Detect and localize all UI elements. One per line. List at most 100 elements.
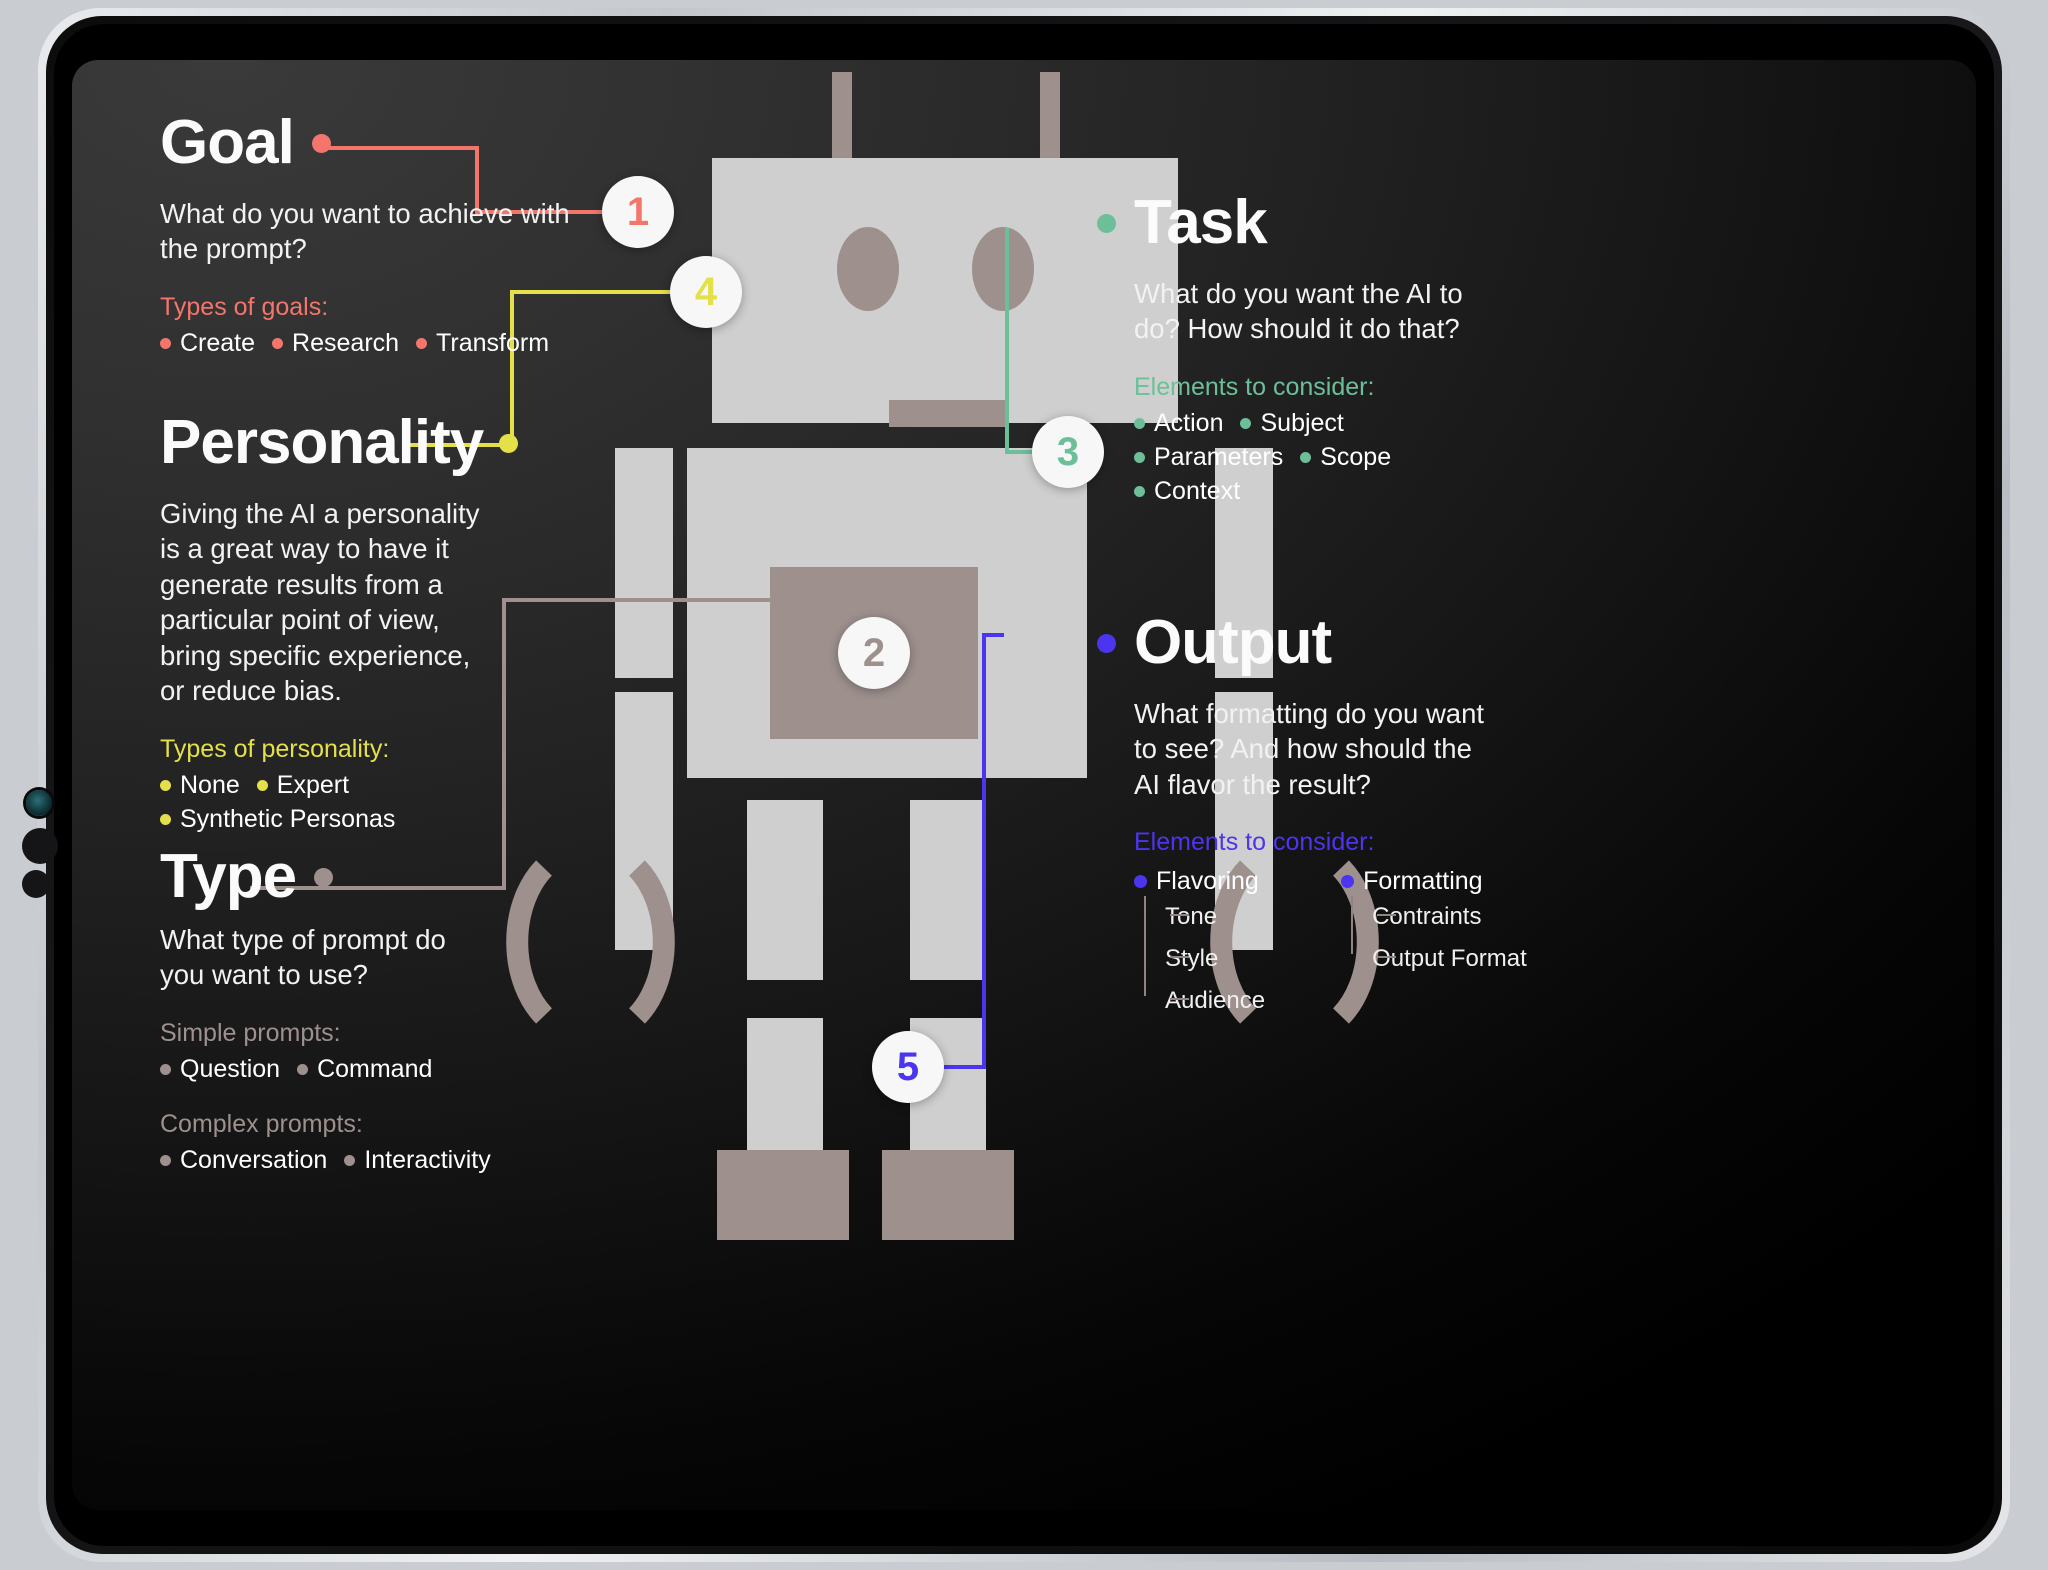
bullet-dot — [1134, 417, 1145, 429]
section-goal: Goal What do you want to achieve with th… — [160, 112, 590, 358]
type-complex-item: Interactivity — [344, 1145, 491, 1175]
personality-item-label: Synthetic Personas — [180, 804, 396, 833]
personality-item: Synthetic Personas — [160, 805, 460, 834]
tree-branch-line — [1170, 998, 1189, 1001]
output-subtitle: Elements to consider: — [1134, 828, 1375, 857]
bullet-dot — [1134, 485, 1145, 497]
type-heading-row: Type — [160, 846, 560, 908]
goal-item-list: Create Research Transform — [160, 329, 590, 358]
bullet-dot — [297, 1063, 309, 1075]
badge-4-label: 4 — [694, 269, 718, 314]
badge-4[interactable]: 4 — [670, 256, 742, 328]
bullet-dot — [1134, 875, 1147, 889]
tree-branch-line — [1170, 956, 1189, 959]
type-complex-list: Conversation Interactivity — [160, 1146, 560, 1175]
section-personality: Personality Giving the AI a personality … — [160, 412, 520, 834]
type-simple-item: Question — [160, 1055, 280, 1084]
side-button-lower[interactable] — [22, 870, 50, 898]
bullet-dot — [160, 1063, 171, 1075]
task-subtitle: Elements to consider: — [1134, 372, 1375, 401]
tree-branch-line — [1377, 914, 1397, 917]
output-anchor-dot — [1097, 633, 1116, 653]
badge-2-label: 2 — [862, 630, 886, 675]
output-tree-child: Audience — [1165, 980, 1265, 1022]
side-button-upper[interactable] — [22, 828, 58, 864]
badge-1-label: 1 — [626, 189, 650, 234]
connector-output — [910, 633, 1004, 1069]
type-simple-item: Command — [297, 1055, 432, 1084]
section-task: Task What do you want the AI to do? How … — [1097, 192, 1497, 506]
output-tree-child-label: Output Format — [1372, 945, 1527, 973]
output-tree-formatting: Formatting Contraints Output Format — [1341, 867, 1527, 1022]
task-item-label: Action — [1154, 408, 1224, 437]
output-tree-child: Contraints — [1372, 896, 1527, 938]
type-simple-label: Command — [317, 1054, 433, 1083]
type-simple-label: Question — [180, 1054, 281, 1083]
bullet-dot — [416, 337, 428, 349]
personality-title: Personality — [160, 408, 484, 477]
tree-branch-line — [1377, 956, 1397, 959]
goal-item-label: Create — [180, 328, 256, 357]
output-tree-root: Formatting — [1341, 867, 1527, 896]
personality-description: Giving the AI a personality is a great w… — [160, 498, 480, 707]
badge-3[interactable]: 3 — [1032, 416, 1104, 488]
section-type: Type What type of prompt do you want to … — [160, 846, 560, 1175]
task-anchor-dot — [1097, 213, 1116, 233]
goal-item: Create — [160, 329, 255, 358]
badge-1[interactable]: 1 — [602, 176, 674, 248]
output-tree-child: Style — [1165, 938, 1265, 980]
task-description: What do you want the AI to do? How shoul… — [1134, 278, 1463, 345]
task-item-list: Action Subject Parameters Scope Context — [1134, 409, 1494, 506]
bullet-dot — [272, 337, 284, 349]
task-item-label: Subject — [1260, 408, 1344, 437]
badge-5-label: 5 — [896, 1044, 920, 1089]
output-tree-flavoring: Flavoring Tone Style Audience — [1134, 867, 1265, 1022]
bullet-dot — [1300, 451, 1312, 463]
task-item: Scope — [1300, 443, 1391, 472]
output-tree-children: Contraints Output Format — [1346, 896, 1527, 980]
goal-item-label: Transform — [436, 328, 550, 357]
goal-title: Goal — [160, 108, 295, 177]
personality-subtitle: Types of personality: — [160, 734, 390, 763]
task-item-label: Context — [1154, 476, 1241, 505]
bullet-dot — [160, 779, 171, 791]
output-tree-child-label: Audience — [1165, 987, 1266, 1015]
output-heading-row: Output — [1097, 612, 1527, 674]
bullet-dot — [160, 337, 171, 349]
bullet-dot — [160, 813, 171, 825]
type-complex-label: Interactivity — [364, 1145, 491, 1174]
personality-item-label: Expert — [276, 770, 350, 799]
type-description: What type of prompt do you want to use? — [160, 924, 446, 991]
personality-item-list: None Expert Synthetic Personas — [160, 771, 460, 834]
personality-anchor-dot — [499, 433, 519, 453]
task-item: Context — [1134, 477, 1240, 506]
goal-item-label: Research — [292, 328, 400, 357]
badge-5[interactable]: 5 — [872, 1031, 944, 1103]
output-tree-root-label: Flavoring — [1156, 867, 1259, 896]
type-subtitle-complex: Complex prompts: — [160, 1109, 363, 1138]
goal-anchor-dot — [311, 133, 331, 153]
personality-item: Expert — [256, 770, 350, 800]
personality-heading-row: Personality — [160, 412, 520, 474]
type-simple-list: Question Command — [160, 1055, 560, 1084]
task-item: Parameters — [1134, 443, 1283, 472]
task-item-label: Scope — [1320, 442, 1392, 471]
task-item: Subject — [1240, 408, 1344, 438]
camera-icon — [26, 790, 52, 816]
type-complex-item: Conversation — [160, 1146, 327, 1175]
badge-2[interactable]: 2 — [838, 617, 910, 689]
goal-item: Research — [272, 329, 399, 358]
tree-vertical-line — [1144, 896, 1146, 997]
goal-item: Transform — [416, 329, 549, 358]
output-tree-root-label: Formatting — [1363, 867, 1483, 896]
personality-item: None — [160, 771, 240, 800]
tree-vertical-line — [1351, 896, 1354, 955]
task-item: Action — [1134, 409, 1223, 438]
goal-heading-row: Goal — [160, 112, 590, 174]
type-anchor-dot — [314, 867, 334, 887]
type-subtitle-simple: Simple prompts: — [160, 1018, 341, 1047]
output-tree-child-label: Contraints — [1372, 903, 1482, 931]
tablet-device: 1 2 3 4 5 Goal What do you want to achie… — [0, 0, 2048, 1570]
output-description: What formatting do you want to see? And … — [1134, 698, 1485, 800]
output-tree-child: Tone — [1165, 896, 1265, 938]
